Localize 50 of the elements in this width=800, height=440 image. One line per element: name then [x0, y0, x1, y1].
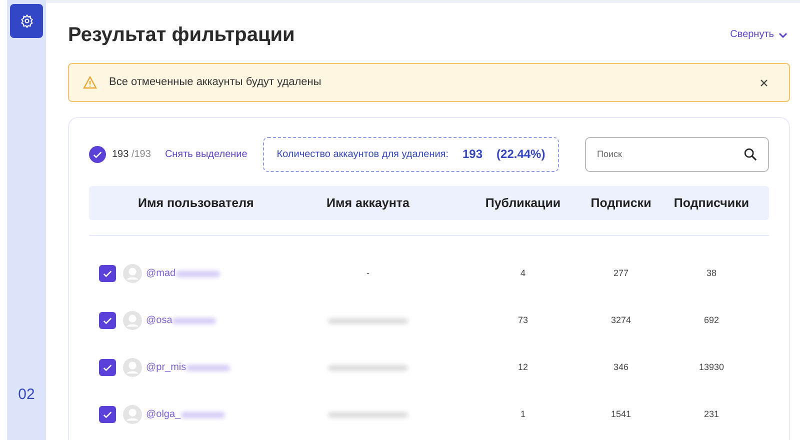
followers-count: 231	[704, 408, 720, 419]
checkbox[interactable]	[99, 359, 116, 376]
following-count: 277	[613, 268, 629, 278]
followers-count: 38	[706, 268, 716, 278]
following-count: 346	[613, 362, 629, 372]
check-icon	[102, 315, 113, 326]
account-name: -	[366, 266, 370, 280]
delete-percent: (22.44%)	[496, 146, 546, 163]
followers-count: 13930	[698, 362, 724, 372]
clear-selection-link[interactable]: Снять выделение	[164, 146, 248, 162]
followers-count: 692	[704, 314, 720, 325]
column-header: Подписчики	[674, 196, 750, 210]
warning-icon	[83, 76, 97, 89]
settings-icon	[20, 14, 34, 28]
column-header: Подписки	[590, 196, 652, 210]
check-icon	[102, 362, 113, 373]
posts-count: 4	[520, 268, 526, 278]
username: @pr_mis	[146, 361, 186, 375]
search-field[interactable]: Поиск	[585, 136, 769, 172]
page-title: Результат фильтрации	[68, 22, 295, 48]
check-icon	[102, 409, 113, 420]
checkbox[interactable]	[99, 406, 116, 423]
settings-button[interactable]	[10, 4, 43, 38]
summary-label: Количество аккаунтов для удаления:	[276, 148, 448, 162]
posts-count: 12	[518, 362, 528, 372]
delete-count: 193	[462, 146, 483, 163]
username: @osa	[146, 314, 172, 328]
search-icon	[744, 148, 757, 160]
avatar-icon	[123, 358, 142, 377]
avatar-icon	[123, 264, 142, 283]
checkbox[interactable]	[89, 146, 106, 162]
username: @olga_	[146, 408, 181, 422]
posts-count: 73	[518, 314, 528, 325]
column-header: Публикации	[485, 196, 561, 210]
checkbox[interactable]	[99, 312, 116, 329]
column-header: Имя пользователя	[138, 196, 254, 210]
page-number: 02	[18, 384, 35, 404]
collapse-link[interactable]: Свернуть	[730, 27, 788, 42]
posts-count: 1	[520, 408, 526, 419]
selected-count: 193 /193	[112, 148, 151, 162]
avatar-icon	[123, 311, 142, 330]
username: @mad	[146, 267, 176, 281]
avatar-icon	[123, 405, 142, 424]
checkbox[interactable]	[99, 265, 116, 282]
following-count: 3274	[610, 314, 632, 325]
following-count: 1541	[610, 408, 632, 419]
check-icon	[102, 268, 113, 279]
close-icon	[759, 78, 769, 88]
alert-message: Все отмеченные аккаунты будут удалены	[109, 75, 322, 90]
column-header: Имя аккаунта	[326, 196, 410, 210]
